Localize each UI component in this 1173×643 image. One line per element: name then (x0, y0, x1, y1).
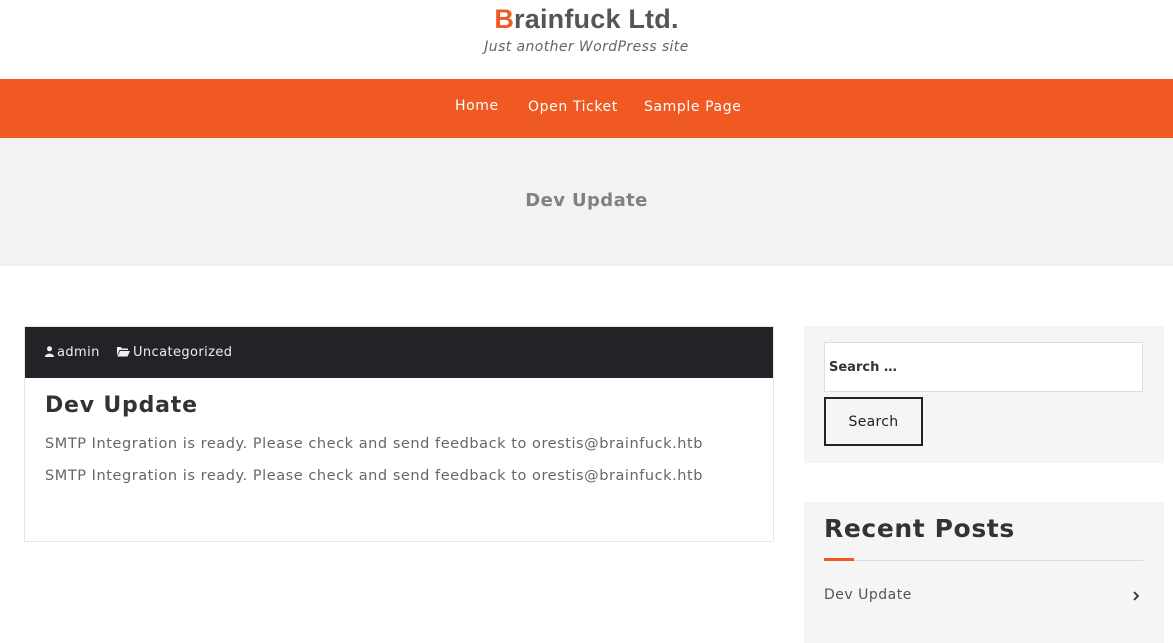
recent-posts-accent-line (824, 558, 854, 561)
page-banner: Dev Update (0, 138, 1173, 266)
nav-item-open-ticket[interactable]: Open Ticket (528, 79, 618, 138)
post-category-name[interactable]: Uncategorized (133, 345, 232, 360)
post-author-name[interactable]: admin (57, 345, 100, 360)
folder-open-icon (117, 346, 130, 361)
recent-posts-divider (824, 560, 1143, 561)
search-button[interactable]: Search (824, 397, 923, 446)
recent-post-label[interactable]: Dev Update (824, 587, 912, 603)
nav-item-home[interactable]: Home (455, 79, 499, 138)
recent-post-item[interactable]: Dev Update (824, 587, 1143, 607)
post-body-line: SMTP Integration is ready. Please check … (45, 468, 703, 484)
site-title-rest[interactable]: rainfuck Ltd. (514, 4, 679, 34)
recent-posts-title: Recent Posts (824, 514, 1015, 543)
post-body-line: SMTP Integration is ready. Please check … (45, 436, 703, 452)
chevron-right-icon (1133, 589, 1140, 605)
page-title: Dev Update (525, 190, 648, 211)
post-author-link[interactable]: admin (45, 345, 100, 361)
site-title-initial[interactable]: B (494, 4, 514, 34)
post-category-link[interactable]: Uncategorized (117, 345, 232, 361)
search-widget: Search (804, 326, 1164, 463)
main-navigation: Home Open Ticket Sample Page (0, 79, 1173, 138)
post-meta-bar: admin Uncategorized (25, 327, 773, 378)
recent-posts-widget: Recent Posts Dev Update (804, 502, 1164, 643)
site-title[interactable]: Brainfuck Ltd. (0, 4, 1173, 35)
post-title[interactable]: Dev Update (45, 393, 198, 418)
search-input[interactable] (824, 342, 1143, 392)
site-header: Brainfuck Ltd. Just another WordPress si… (0, 0, 1173, 79)
site-tagline: Just another WordPress site (484, 39, 689, 55)
nav-item-sample-page[interactable]: Sample Page (644, 79, 741, 138)
post-card: admin Uncategorized Dev Update SMTP Inte… (24, 326, 774, 542)
user-icon (45, 346, 54, 361)
